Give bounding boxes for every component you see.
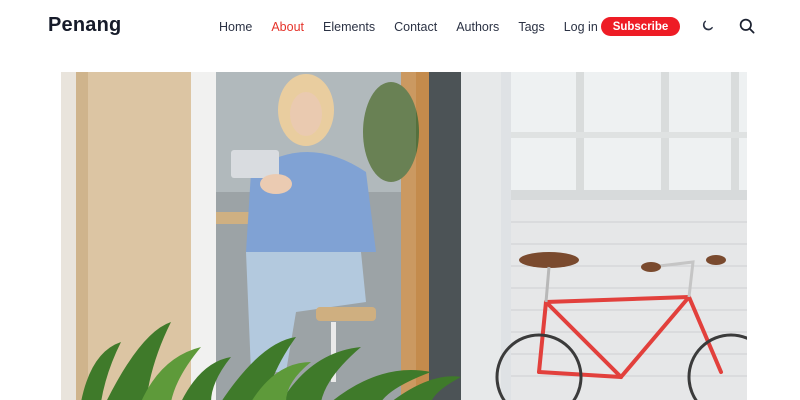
nav-item-contact[interactable]: Contact — [394, 20, 437, 34]
nav-item-elements[interactable]: Elements — [323, 20, 375, 34]
subscribe-button[interactable]: Subscribe — [601, 17, 680, 36]
nav-item-home[interactable]: Home — [219, 20, 252, 34]
nav-item-about[interactable]: About — [271, 20, 304, 34]
moon-icon — [702, 20, 713, 31]
search-icon — [739, 18, 755, 34]
theme-toggle-button[interactable] — [698, 16, 718, 36]
hero-image — [61, 72, 747, 400]
site-header: Penang Home About Elements Contact Autho… — [0, 0, 800, 54]
nav-item-login[interactable]: Log in — [564, 20, 598, 34]
nav-item-tags[interactable]: Tags — [518, 20, 544, 34]
search-button[interactable] — [737, 16, 757, 36]
main-nav: Home About Elements Contact Authors Tags… — [219, 17, 617, 37]
nav-item-authors[interactable]: Authors — [456, 20, 499, 34]
hero-photo-illustration — [61, 72, 747, 400]
site-logo[interactable]: Penang — [48, 14, 121, 37]
